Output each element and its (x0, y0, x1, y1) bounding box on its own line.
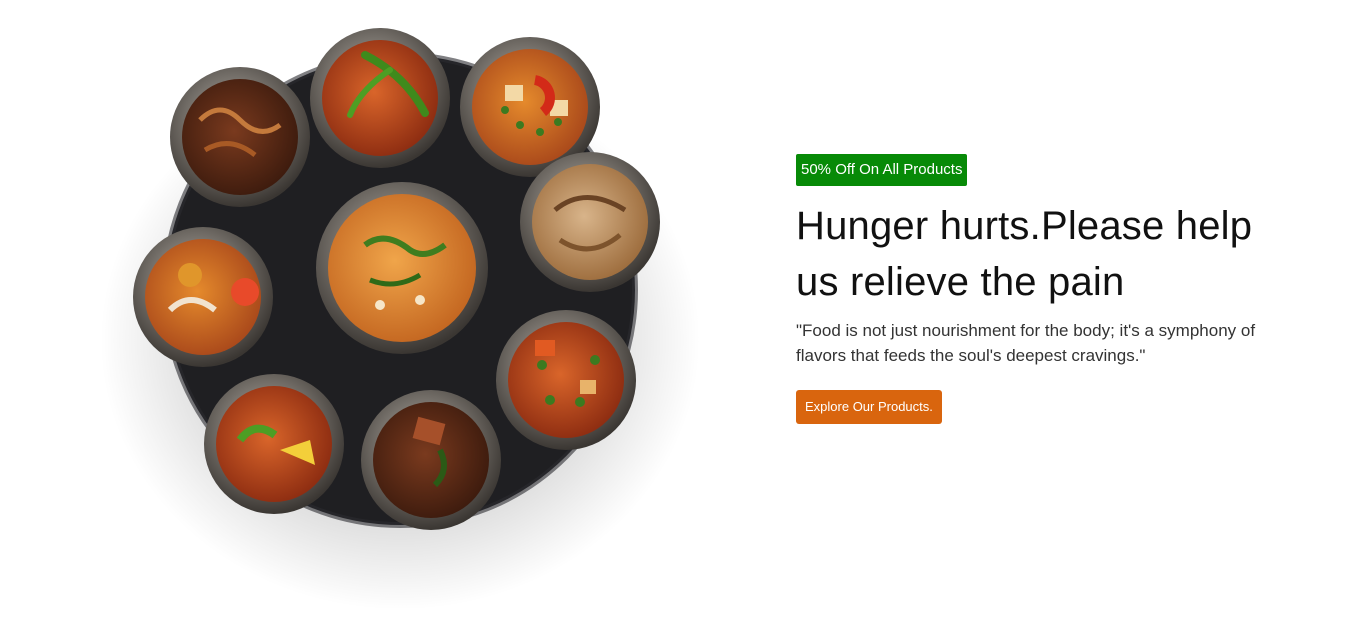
hero-headline: Hunger hurts.Please help us relieve the … (796, 204, 1253, 304)
bowl-top (310, 28, 450, 168)
hero-section: 50% Off On All Products Hunger hurts.Ple… (0, 0, 1348, 644)
bowl-bottom-right (496, 310, 636, 450)
discount-badge: 50% Off On All Products (796, 154, 968, 186)
bowl-bottom (361, 390, 501, 530)
bowl-center-biryani (316, 182, 488, 354)
bowl-left (133, 227, 273, 367)
food-platter-image (100, 28, 700, 610)
bowl-bottom-left (204, 374, 344, 514)
bowl-right (520, 152, 660, 292)
bowl-top-left (170, 67, 310, 207)
explore-products-button[interactable]: Explore Our Products. (796, 390, 942, 424)
hero-quote: "Food is not just nourishment for the bo… (796, 321, 1256, 365)
